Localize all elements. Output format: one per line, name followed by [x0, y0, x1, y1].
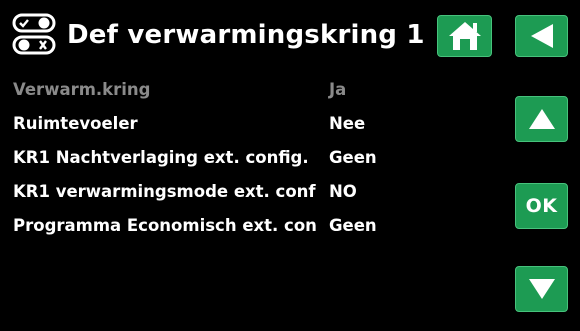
- setting-label: Programma Economisch ext. con: [13, 216, 317, 235]
- setting-label: Ruimtevoeler: [13, 114, 138, 133]
- setting-label: KR1 verwarmingsmode ext. conf: [13, 182, 316, 201]
- setting-row-ruimtevoeler[interactable]: Ruimtevoeler Nee: [0, 112, 500, 136]
- back-button[interactable]: [515, 15, 568, 57]
- setting-row-verwarmingsmode[interactable]: KR1 verwarmingsmode ext. conf NO: [0, 180, 500, 204]
- setting-row-nachtverlaging[interactable]: KR1 Nachtverlaging ext. config. Geen: [0, 146, 500, 170]
- setting-value: Geen: [329, 148, 377, 167]
- home-icon: [448, 22, 481, 50]
- down-button[interactable]: [515, 266, 568, 312]
- page-title: Def verwarmingskring 1: [67, 20, 425, 50]
- ok-label: OK: [525, 195, 558, 217]
- setting-row-verwarm-kring[interactable]: Verwarm.kring Ja: [0, 78, 500, 102]
- setting-value: Nee: [329, 114, 366, 133]
- setting-row-programma-economisch[interactable]: Programma Economisch ext. con Geen: [0, 214, 500, 238]
- setting-label: Verwarm.kring: [13, 80, 151, 99]
- up-arrow-icon: [528, 109, 555, 129]
- up-button[interactable]: [515, 96, 568, 142]
- home-button[interactable]: [437, 15, 492, 57]
- screen: Def verwarmingskring 1 OK Verwarm.kring …: [0, 0, 580, 331]
- setting-value: Ja: [329, 80, 347, 99]
- setting-value: NO: [329, 182, 357, 201]
- setting-label: KR1 Nachtverlaging ext. config.: [13, 148, 309, 167]
- toggle-switches-icon: [12, 13, 56, 55]
- back-arrow-icon: [530, 24, 553, 48]
- down-arrow-icon: [528, 279, 555, 299]
- setting-value: Geen: [329, 216, 377, 235]
- ok-button[interactable]: OK: [515, 183, 568, 229]
